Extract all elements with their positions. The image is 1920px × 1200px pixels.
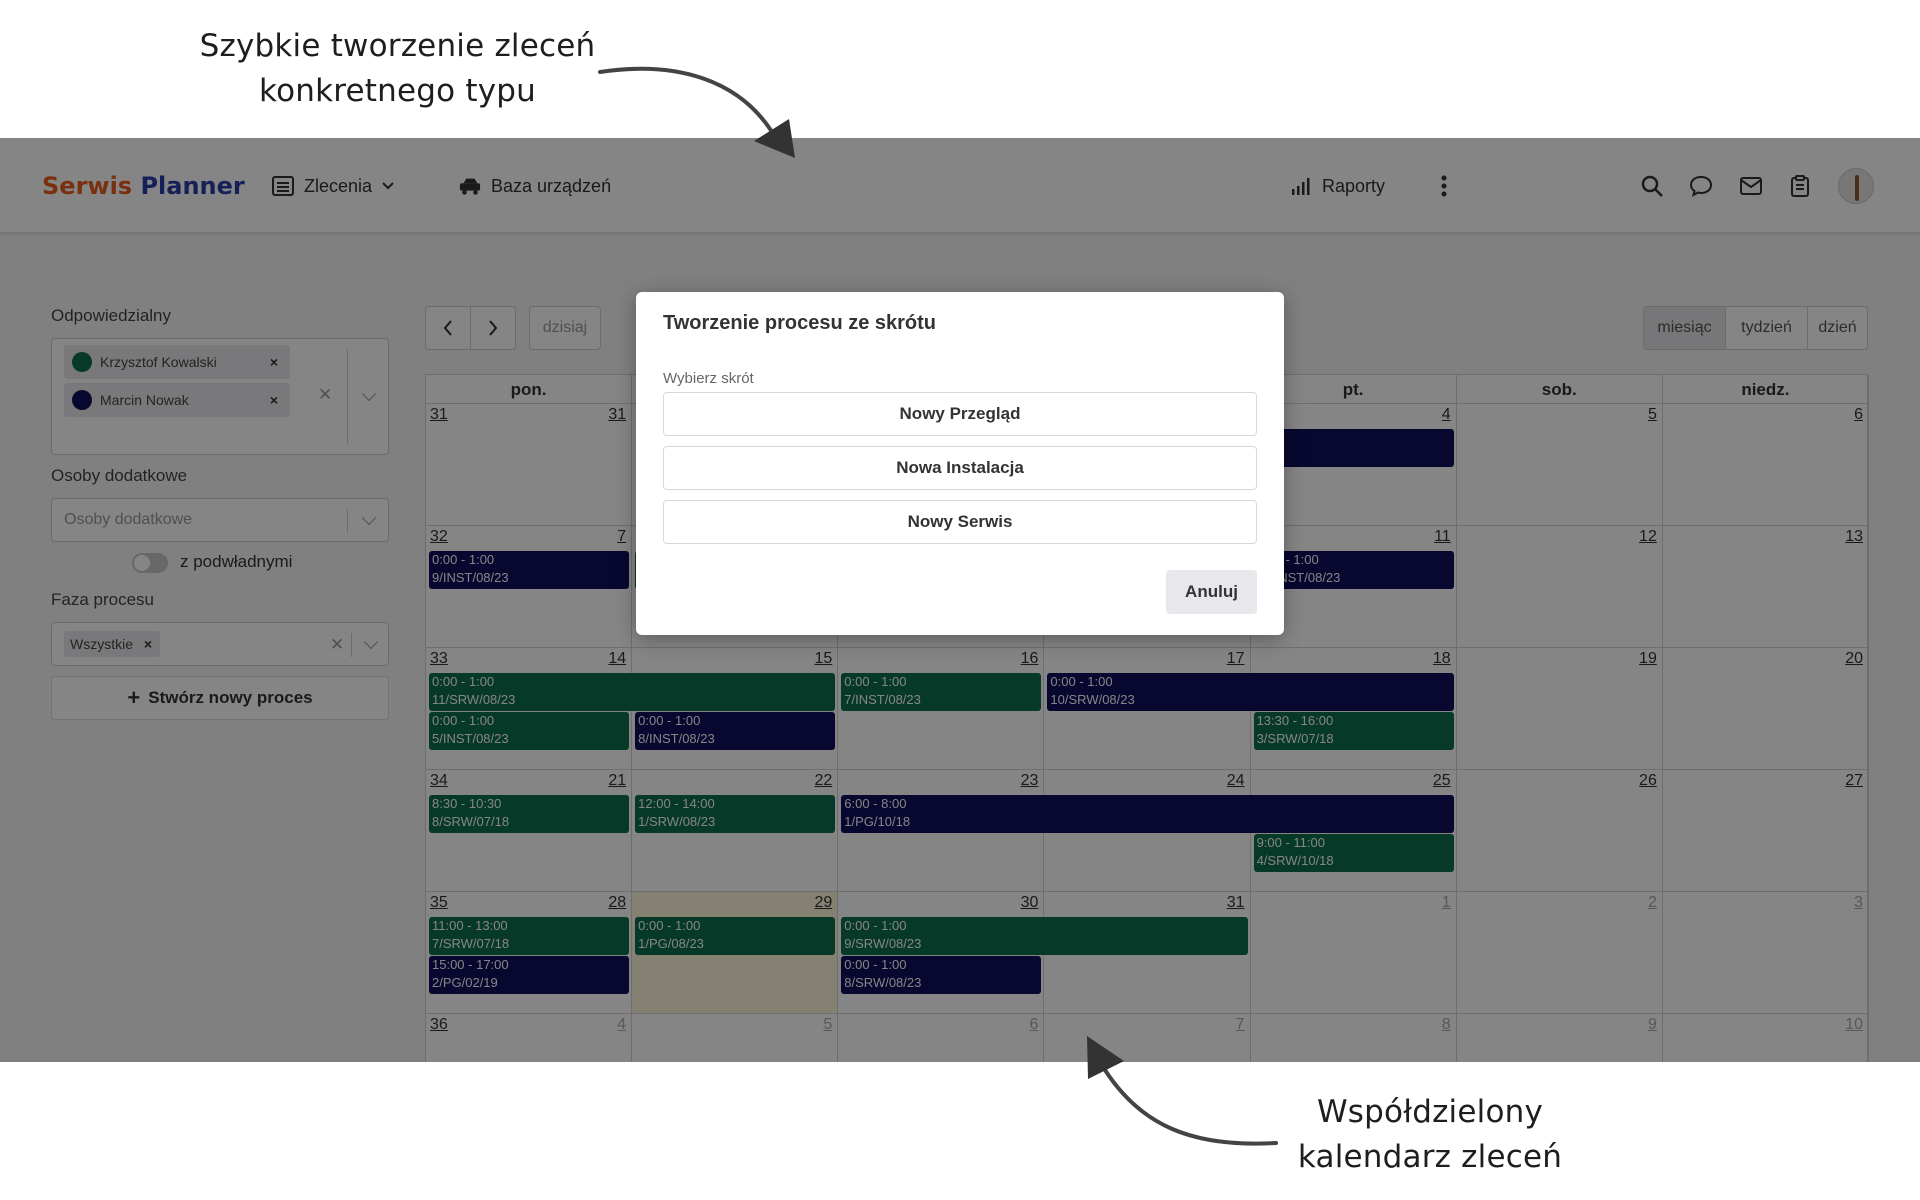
shortcut-modal: Tworzenie procesu ze skrótu Wybierz skró… xyxy=(636,292,1284,635)
app-screenshot: Serwis Planner Zlecenia Baza urządzeń Ra… xyxy=(0,138,1920,1062)
annotation-bottom: Współdzielony kalendarz zleceń xyxy=(1250,1090,1610,1180)
shortcut-new-inspection-button[interactable]: Nowy Przegląd xyxy=(663,392,1257,436)
cancel-button[interactable]: Anuluj xyxy=(1166,570,1257,614)
modal-subtitle: Wybierz skrót xyxy=(663,370,754,387)
annotation-top: Szybkie tworzenie zleceń konkretnego typ… xyxy=(180,24,615,114)
annotation-bottom-line1: Współdzielony xyxy=(1316,1094,1544,1130)
modal-title: Tworzenie procesu ze skrótu xyxy=(663,312,937,334)
annotation-top-line1: Szybkie tworzenie zleceń xyxy=(199,28,596,64)
annotation-bottom-line2: kalendarz zleceń xyxy=(1297,1139,1563,1175)
shortcut-new-service-button[interactable]: Nowy Serwis xyxy=(663,500,1257,544)
shortcut-new-installation-button[interactable]: Nowa Instalacja xyxy=(663,446,1257,490)
annotation-top-line2: konkretnego typu xyxy=(259,73,536,109)
